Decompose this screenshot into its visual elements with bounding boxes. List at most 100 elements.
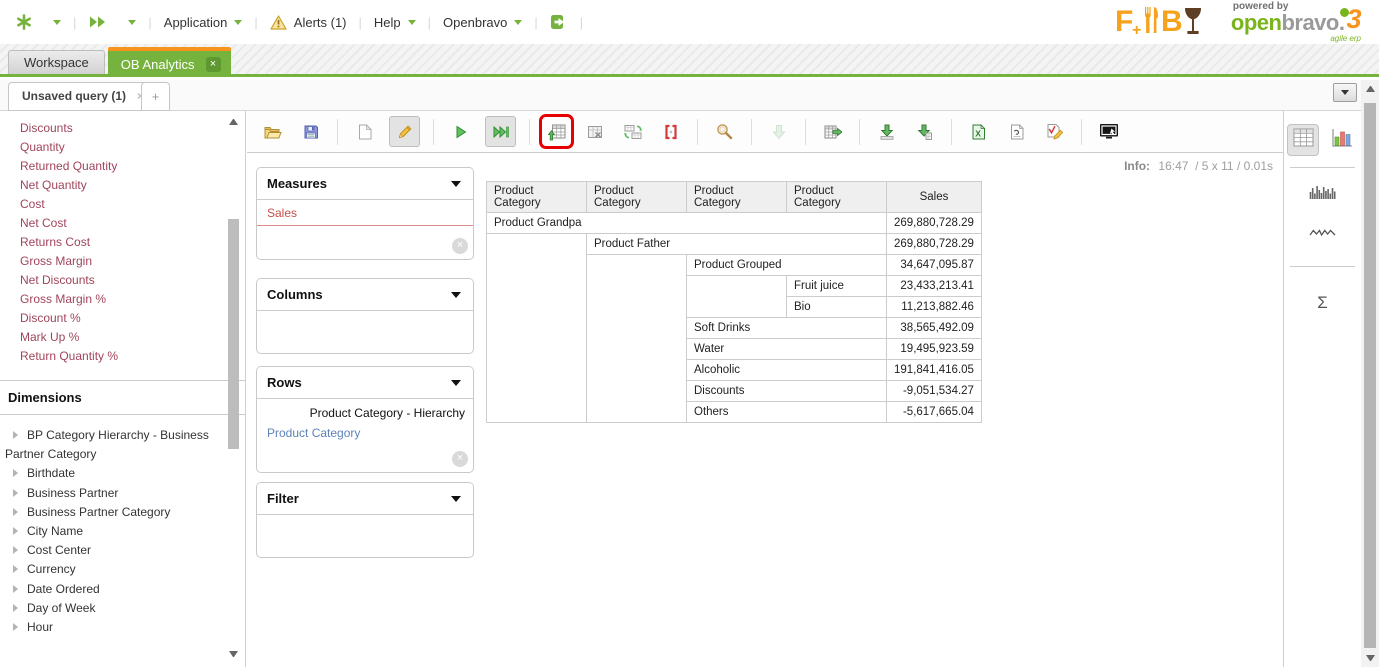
scrollbar-thumb[interactable]	[1364, 103, 1376, 648]
edit-query-button[interactable]	[389, 116, 420, 147]
alerts-label: Alerts (1)	[294, 15, 347, 30]
openbravo-menu[interactable]: Openbravo	[441, 13, 524, 32]
edit-mdx-button[interactable]	[1041, 118, 1068, 145]
pivot-column-header[interactable]: Sales	[887, 182, 982, 213]
measure-list-item[interactable]: Cost	[20, 195, 215, 214]
rows-level-product-category[interactable]: Product Category	[257, 420, 473, 444]
window-vertical-scrollbar[interactable]	[1361, 80, 1379, 667]
tab-ob-analytics[interactable]: OB Analytics ×	[108, 47, 231, 74]
drill-through-button[interactable]	[819, 118, 846, 145]
dimension-list-item[interactable]: Date Ordered	[0, 580, 221, 599]
histogram-button[interactable]	[1284, 184, 1361, 204]
table-mode-button[interactable]	[1287, 124, 1319, 156]
query-tab-overflow-dropdown[interactable]	[1333, 83, 1357, 102]
pivot-member-cell[interactable]: Fruit juice	[787, 276, 887, 297]
help-menu[interactable]: Help	[372, 13, 418, 32]
pivot-column-header[interactable]: Product Category	[587, 182, 687, 213]
dimension-list-item[interactable]: BP Category Hierarchy - Business Partner…	[0, 426, 221, 464]
pivot-empty-cell	[587, 255, 687, 423]
clear-measures-button[interactable]: ×	[452, 238, 468, 254]
scroll-up-arrow-icon[interactable]	[229, 119, 238, 125]
pivot-member-cell[interactable]: Others	[687, 402, 887, 423]
pivot-member-cell[interactable]: Product Grouped	[687, 255, 887, 276]
filter-drop-zone[interactable]	[257, 515, 473, 557]
measure-list-item[interactable]: Discounts	[20, 119, 215, 138]
pivot-member-cell[interactable]: Product Grandpa	[487, 213, 887, 234]
recent-windows-button[interactable]	[86, 13, 109, 31]
dimension-list-item[interactable]: Birthdate	[0, 464, 221, 483]
pivot-column-header[interactable]: Product Category	[787, 182, 887, 213]
dimension-list-item[interactable]: Currency	[0, 560, 221, 579]
measure-list-item[interactable]: Net Cost	[20, 214, 215, 233]
recent-windows-dropdown[interactable]	[119, 18, 138, 27]
measure-list-item[interactable]: Returned Quantity	[20, 157, 215, 176]
pivot-member-cell[interactable]: Bio	[787, 297, 887, 318]
pivot-member-cell[interactable]: Water	[687, 339, 887, 360]
pivot-member-cell[interactable]: Product Father	[587, 234, 887, 255]
pivot-member-cell[interactable]: Discounts	[687, 381, 887, 402]
workspace-menu-dropdown[interactable]	[44, 18, 63, 27]
scroll-down-arrow-icon[interactable]	[1366, 655, 1375, 661]
measures-panel-header[interactable]: Measures	[257, 168, 473, 200]
measure-list-item[interactable]: Gross Margin %	[20, 290, 215, 309]
pivot-column-header[interactable]: Product Category	[687, 182, 787, 213]
sidebar-scrollbar[interactable]	[226, 113, 241, 663]
scrollbar-thumb[interactable]	[228, 219, 239, 449]
application-menu[interactable]: Application	[162, 13, 245, 32]
toggle-parents-button[interactable]	[543, 118, 570, 145]
trend-line-button[interactable]	[1284, 226, 1361, 244]
rows-panel-header[interactable]: Rows	[257, 367, 473, 399]
edit-mdx-icon	[1046, 123, 1063, 140]
open-query-button[interactable]	[259, 118, 286, 145]
chart-mode-button[interactable]	[1326, 124, 1358, 156]
dimension-list-item[interactable]: Cost Center	[0, 541, 221, 560]
export-xls-button[interactable]: X	[965, 118, 992, 145]
scroll-up-arrow-icon[interactable]	[1366, 86, 1375, 92]
rows-panel: Rows Product Category - Hierarchy Produc…	[256, 366, 474, 473]
dimension-list-item[interactable]: City Name	[0, 522, 221, 541]
non-empty-button[interactable]	[657, 118, 684, 145]
histogram-icon	[1309, 184, 1336, 204]
filter-panel-header[interactable]: Filter	[257, 483, 473, 515]
pivot-column-header[interactable]: Product Category	[487, 182, 587, 213]
add-query-tab-button[interactable]: +	[141, 82, 170, 111]
auto-run-button[interactable]	[485, 116, 516, 147]
logout-button[interactable]	[548, 12, 570, 32]
measure-list-item[interactable]: Quantity	[20, 138, 215, 157]
run-query-button[interactable]	[447, 118, 474, 145]
dimension-list-item[interactable]: Hour	[0, 618, 221, 637]
close-tab-button[interactable]: ×	[206, 57, 221, 72]
export-csv-button[interactable]	[1003, 118, 1030, 145]
tab-workspace[interactable]: Workspace	[8, 50, 105, 74]
totals-sigma-button[interactable]: Σ	[1284, 293, 1361, 313]
measure-list-item[interactable]: Net Discounts	[20, 271, 215, 290]
alerts-button[interactable]: Alerts (1)	[268, 13, 349, 32]
save-query-icon	[303, 124, 319, 140]
swap-axis-button[interactable]	[619, 118, 646, 145]
save-query-button[interactable]	[297, 118, 324, 145]
dimension-list-item[interactable]: Business Partner	[0, 484, 221, 503]
columns-drop-zone[interactable]	[257, 311, 473, 353]
measure-list-item[interactable]: Mark Up %	[20, 328, 215, 347]
scroll-down-arrow-icon[interactable]	[229, 651, 238, 657]
tab-unsaved-query[interactable]: Unsaved query (1)×	[8, 82, 158, 111]
measure-list-item[interactable]: Net Quantity	[20, 176, 215, 195]
export-drill-data-button[interactable]	[873, 118, 900, 145]
export-drill-query-button[interactable]	[911, 118, 938, 145]
measure-list-item[interactable]: Gross Margin	[20, 252, 215, 271]
zoom-mode-button[interactable]	[711, 118, 738, 145]
workspace-menu-button[interactable]	[14, 12, 34, 32]
dimension-list-item[interactable]: Business Partner Category	[0, 503, 221, 522]
columns-panel-header[interactable]: Columns	[257, 279, 473, 311]
measure-list-item[interactable]: Return Quantity %	[20, 347, 215, 366]
new-query-button[interactable]	[351, 118, 378, 145]
hide-blank-rows-button[interactable]	[581, 118, 608, 145]
measure-item-sales[interactable]: Sales	[257, 200, 473, 226]
pivot-member-cell[interactable]: Alcoholic	[687, 360, 887, 381]
measure-list-item[interactable]: Returns Cost	[20, 233, 215, 252]
pivot-member-cell[interactable]: Soft Drinks	[687, 318, 887, 339]
measure-list-item[interactable]: Discount %	[20, 309, 215, 328]
dimension-list-item[interactable]: Day of Week	[0, 599, 221, 618]
clear-rows-button[interactable]: ×	[452, 451, 468, 467]
screen-capture-button[interactable]	[1095, 118, 1122, 145]
